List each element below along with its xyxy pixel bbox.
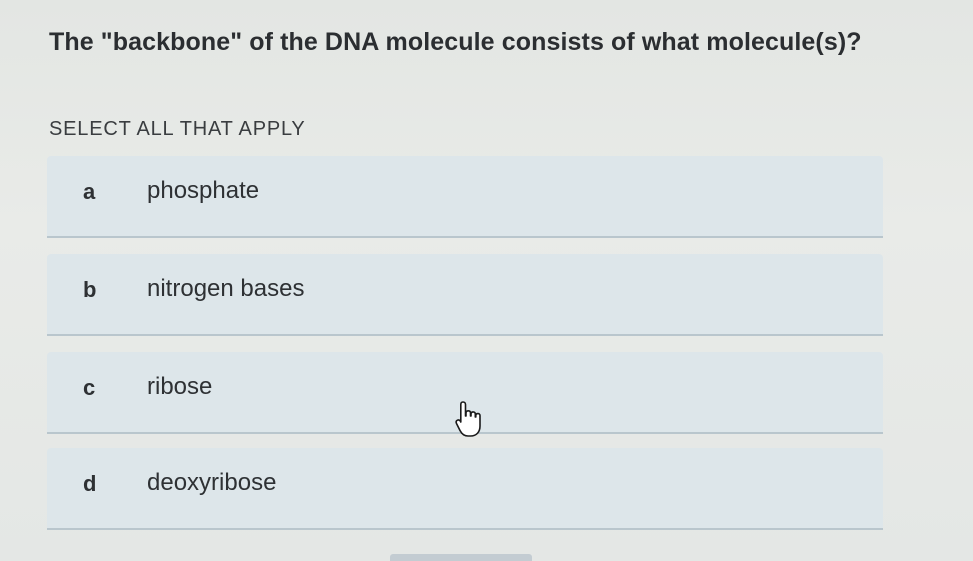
option-letter: d — [83, 471, 97, 496]
option-label: ribose — [147, 373, 213, 400]
option-label: deoxyribose — [147, 469, 277, 496]
bottom-tab-indicator — [390, 554, 532, 561]
option-b[interactable]: b nitrogen bases — [47, 254, 883, 336]
hand-pointer-icon — [453, 400, 489, 440]
answer-options: a phosphate b nitrogen bases c ribose d … — [47, 156, 883, 546]
option-letter: c — [83, 375, 96, 400]
option-label: phosphate — [147, 177, 260, 204]
question-text: The "backbone" of the DNA molecule consi… — [49, 28, 862, 56]
option-label: nitrogen bases — [147, 275, 305, 302]
select-all-instruction: SELECT ALL THAT APPLY — [49, 118, 306, 140]
option-d[interactable]: d deoxyribose — [47, 448, 883, 530]
option-letter: b — [83, 277, 97, 302]
option-letter: a — [83, 179, 96, 204]
option-a[interactable]: a phosphate — [47, 156, 883, 238]
